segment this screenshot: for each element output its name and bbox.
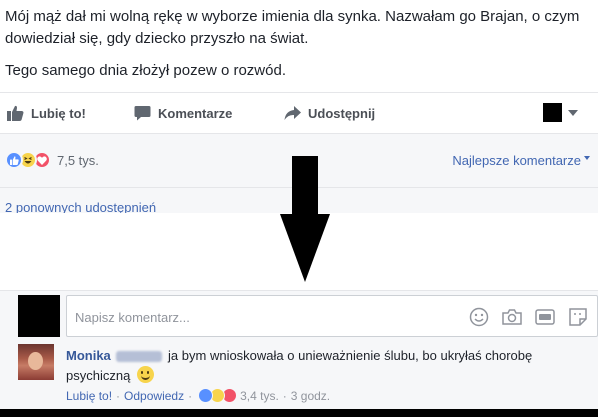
comment-body: Monika ja bym wnioskowała o unieważnieni… [66,346,591,386]
comment-sort-label: Najlepsze komentarze [452,153,581,168]
share-arrow-icon [284,105,308,121]
like-reaction-icon [5,151,23,169]
comments-section: Monika ja bym wnioskowała o unieważnieni… [0,290,598,417]
avatar[interactable] [18,344,54,380]
reactions-count: 7,5 tys. [57,152,99,168]
post-text-line-1: Mój mąż dał mi wolną rękę w wyborze imie… [5,8,580,47]
like-button-label: Lubię to! [31,105,86,121]
post-text-line-2: Tego samego dnia złożył pozew o rozwód. [5,62,286,79]
reactions-summary[interactable]: 7,5 tys. [5,151,99,169]
comment-reactions[interactable] [198,388,238,403]
divider [0,92,598,93]
blurred-surname [116,351,163,363]
thumbs-up-icon [7,105,31,121]
chevron-down-icon [584,156,590,160]
down-arrow-icon [280,156,330,287]
chevron-down-icon [568,109,578,116]
comment-button[interactable]: Komentarze [134,103,232,123]
gif-icon[interactable] [534,306,556,328]
comment-reactions-count: 3,4 tys. [240,388,279,403]
like-button[interactable]: Lubię to! [7,103,86,123]
page-selector[interactable] [543,103,578,122]
comment-author[interactable]: Monika [66,348,111,363]
comment-reply-link[interactable]: Odpowiedz [124,389,184,403]
comment-meta: Lubię to! · Odpowiedz · 3,4 tys. · 3 god… [66,388,331,403]
sticker-icon[interactable] [567,306,589,328]
comment-input[interactable] [75,307,455,327]
comment-bubble-icon [134,105,158,121]
comment-button-label: Komentarze [158,105,233,121]
post-text: Mój mąż dał mi wolną rękę w wyborze imie… [5,6,590,82]
smile-emoji-icon [136,366,154,383]
share-button[interactable]: Udostępnij [284,103,375,123]
comment-like-link[interactable]: Lubię to! [66,389,112,403]
comment-composer[interactable] [66,295,598,337]
share-button-label: Udostępnij [308,105,376,121]
camera-icon[interactable] [501,306,523,328]
post-actions-bar: Lubię to! Komentarze Udostępnij [0,96,598,132]
page-avatar [543,103,562,122]
avatar [18,295,60,337]
emoji-icon[interactable] [468,306,490,328]
composer-icons [457,306,589,328]
comment-item: Monika ja bym wnioskowała o unieważnieni… [0,344,598,417]
comment-timestamp[interactable]: 3 godz. [291,389,330,403]
comment-sort-dropdown[interactable]: Najlepsze komentarze [452,153,590,168]
like-reaction-icon [198,388,214,403]
bottom-border [0,409,598,417]
